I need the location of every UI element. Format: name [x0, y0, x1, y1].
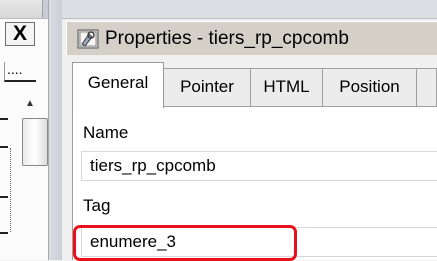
- tree-tick-mark: [0, 196, 8, 198]
- properties-titlebar-strip: [62, 0, 437, 19]
- tab-overflow[interactable]: [416, 68, 437, 106]
- tag-label: Tag: [83, 196, 111, 215]
- tab-html[interactable]: HTML: [250, 68, 323, 106]
- general-tab-panel: Name tiers_rp_cpcomb Tag enumere_3: [72, 106, 437, 261]
- tree-tick-mark: [0, 118, 8, 120]
- properties-window: Properties - tiers_rp_cpcomb General Poi…: [62, 0, 437, 261]
- tree-tick-mark: [0, 232, 8, 234]
- properties-icon: [77, 29, 99, 49]
- tab-general[interactable]: General: [72, 62, 164, 108]
- name-label: Name: [83, 123, 129, 142]
- close-button[interactable]: X: [5, 22, 35, 46]
- tree-tick-mark: [0, 146, 8, 148]
- tree-dotted-line: [10, 148, 12, 232]
- tag-field[interactable]: enumere_3: [81, 227, 437, 257]
- scroll-up-arrow-icon[interactable]: ▲: [22, 98, 38, 112]
- tab-strip: General Pointer HTML Position: [72, 62, 437, 108]
- properties-header: Properties - tiers_rp_cpcomb: [66, 21, 437, 55]
- scrollbar-thumb[interactable]: [22, 118, 48, 166]
- name-field[interactable]: tiers_rp_cpcomb: [81, 151, 437, 181]
- tab-pointer[interactable]: Pointer: [163, 68, 251, 106]
- tab-position[interactable]: Position: [322, 68, 417, 106]
- properties-title: Properties - tiers_rp_cpcomb: [105, 28, 349, 49]
- ellipsis-button[interactable]: ....: [4, 62, 36, 82]
